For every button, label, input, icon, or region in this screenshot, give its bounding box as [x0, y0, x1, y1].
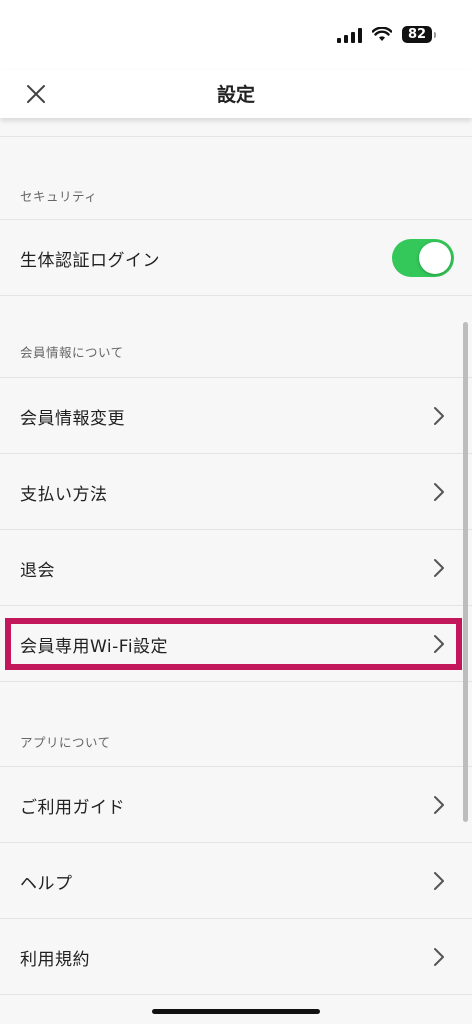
divider [0, 136, 472, 137]
list-item-payment-method[interactable]: 支払い方法 [0, 454, 472, 530]
chevron-right-icon [434, 796, 444, 814]
chevron-right-icon [434, 483, 444, 501]
chevron-right-icon [434, 948, 444, 966]
home-indicator[interactable] [152, 1009, 320, 1014]
row-label: ご利用ガイド [20, 798, 125, 818]
biometric-login-label: 生体認証ログイン [20, 251, 160, 271]
row-label: ヘルプ [20, 874, 73, 894]
list-item-usage-guide[interactable]: ご利用ガイド [0, 767, 472, 843]
section-header-security: セキュリティ [20, 189, 98, 204]
section-header-member: 会員情報について [20, 345, 124, 360]
list-item-withdraw[interactable]: 退会 [0, 530, 472, 606]
battery-icon: 82 [402, 26, 436, 43]
page-title: 設定 [216, 84, 255, 106]
navigation-bar: 設定 [0, 70, 472, 118]
scrollbar[interactable] [463, 322, 468, 822]
biometric-login-toggle[interactable] [392, 239, 454, 277]
section-header-app: アプリについて [20, 735, 111, 750]
status-bar: 82 [0, 0, 472, 70]
chevron-right-icon [434, 559, 444, 577]
biometric-login-row: 生体認証ログイン [0, 220, 472, 296]
row-label: 支払い方法 [20, 485, 108, 505]
chevron-right-icon [434, 407, 444, 425]
list-item-terms[interactable]: 利用規約 [0, 919, 472, 995]
row-label: 退会 [20, 561, 55, 581]
list-item-member-wifi-settings[interactable]: 会員専用Wi-Fi設定 [0, 606, 472, 682]
chevron-right-icon [434, 635, 444, 653]
cellular-signal-icon [337, 27, 362, 43]
row-label: 会員専用Wi-Fi設定 [20, 637, 169, 657]
row-label: 利用規約 [20, 950, 90, 970]
wifi-icon [372, 27, 392, 41]
list-item-member-info-change[interactable]: 会員情報変更 [0, 378, 472, 454]
status-icons: 82 [337, 26, 436, 43]
list-item-help[interactable]: ヘルプ [0, 843, 472, 919]
row-label: 会員情報変更 [20, 409, 125, 429]
settings-list: セキュリティ 生体認証ログイン 会員情報について 会員情報変更 支払い方法 退会… [0, 118, 472, 1024]
toggle-knob [419, 242, 451, 274]
chevron-right-icon [434, 872, 444, 890]
